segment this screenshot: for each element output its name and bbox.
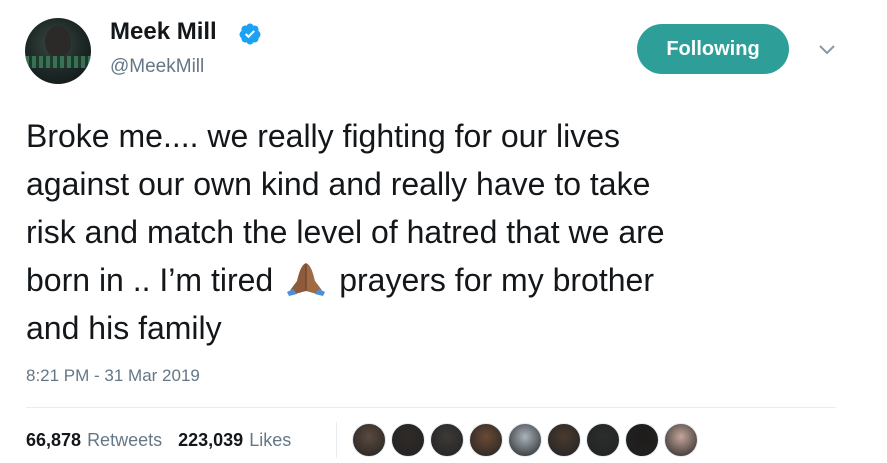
chevron-down-icon[interactable] (818, 44, 836, 56)
retweets-stat[interactable]: 66,878 Retweets (26, 430, 162, 451)
divider (26, 407, 836, 408)
liker-avatar[interactable] (625, 423, 659, 457)
liker-avatar[interactable] (586, 423, 620, 457)
stats-separator (336, 422, 337, 458)
retweets-label: Retweets (87, 430, 163, 450)
liker-avatar[interactable] (664, 423, 698, 457)
liker-avatar[interactable] (469, 423, 503, 457)
liker-avatar[interactable] (391, 423, 425, 457)
likes-stat[interactable]: 223,039 Likes (178, 430, 291, 451)
liker-avatar[interactable] (547, 423, 581, 457)
profile-avatar[interactable] (25, 18, 91, 84)
following-button[interactable]: Following (637, 24, 789, 74)
tweet-text: Broke me.... we really fighting for our … (26, 112, 876, 352)
avatar-band (25, 56, 91, 68)
folded-hands-emoji-icon (287, 263, 326, 296)
author-handle[interactable]: @MeekMill (110, 56, 204, 78)
liker-avatars (352, 423, 703, 457)
tweet-header: Meek Mill @MeekMill Following (0, 0, 887, 100)
liker-avatar[interactable] (430, 423, 464, 457)
author-name[interactable]: Meek Mill (110, 18, 217, 46)
liker-avatar[interactable] (508, 423, 542, 457)
engagement-stats: 66,878 Retweets 223,039 Likes (26, 430, 299, 451)
likes-label: Likes (249, 430, 292, 450)
tweet-timestamp[interactable]: 8:21 PM - 31 Mar 2019 (26, 366, 200, 386)
liker-avatar[interactable] (352, 423, 386, 457)
retweets-count: 66,878 (26, 430, 82, 450)
verified-badge-icon (239, 23, 261, 45)
avatar-figure (45, 26, 71, 58)
likes-count: 223,039 (178, 430, 244, 450)
